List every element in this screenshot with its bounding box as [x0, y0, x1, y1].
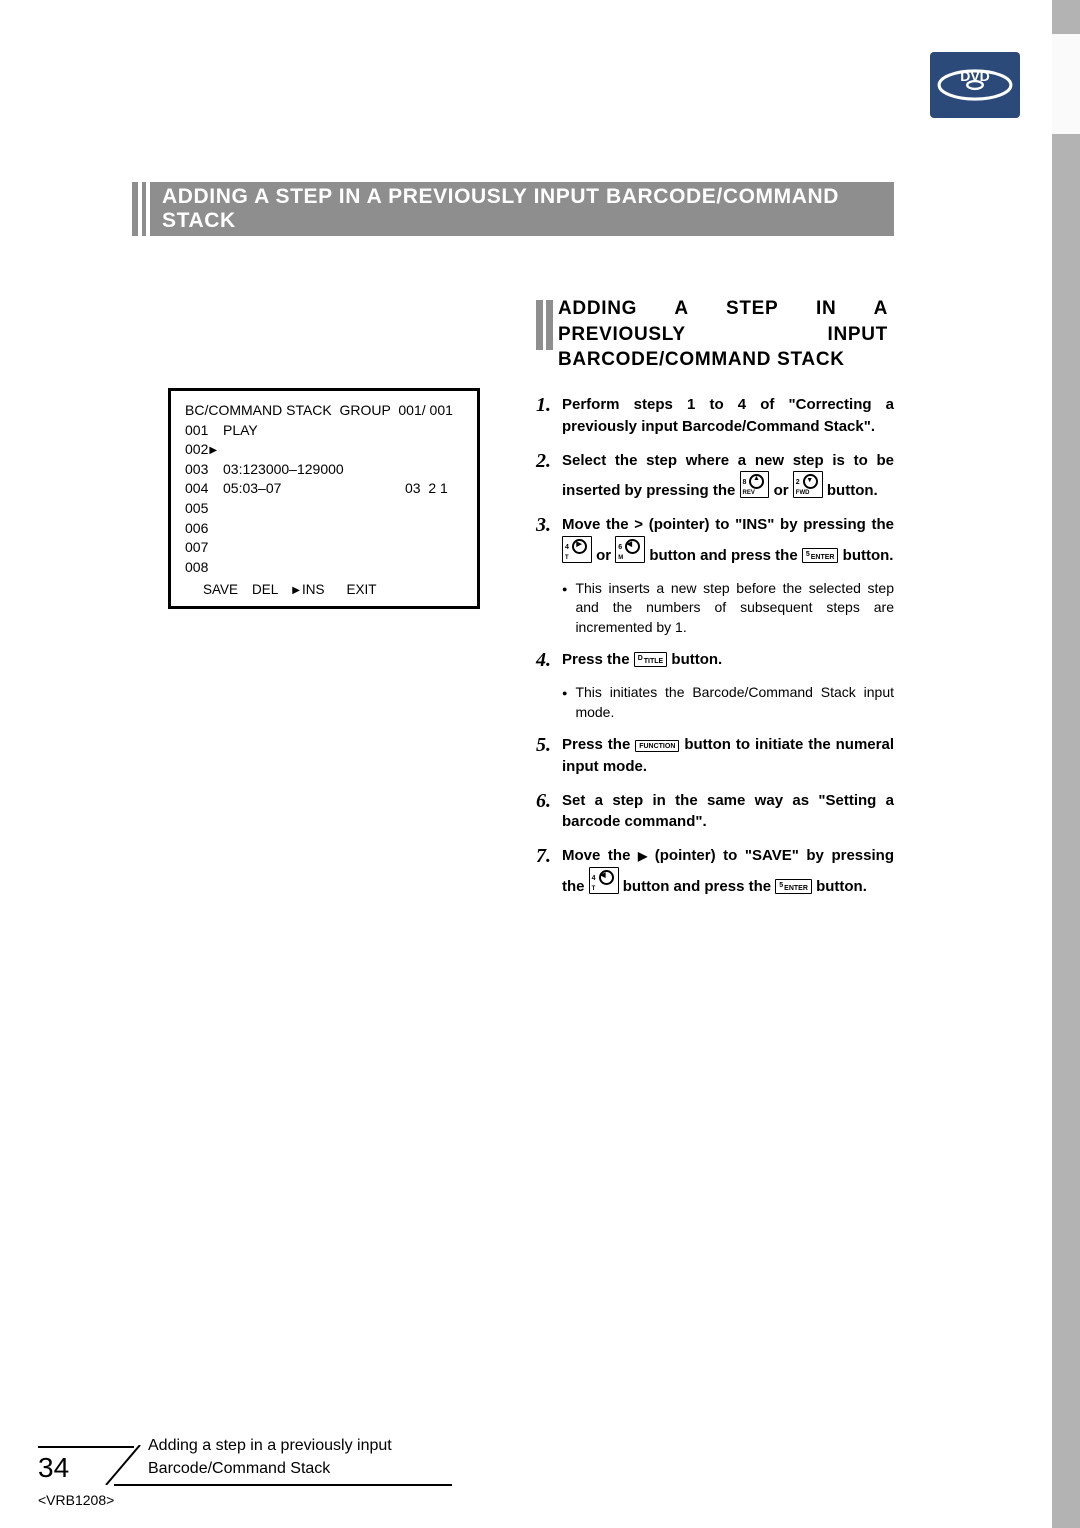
instruction-steps: 1. Perform steps 1 to 4 of "Correcting a…	[536, 394, 894, 910]
lcd-screen: BC/COMMAND STACK GROUP 001/ 001 001PLAY …	[168, 388, 480, 609]
joystick-right-key: 4T	[562, 536, 592, 563]
pointer-icon: ▶	[638, 848, 647, 865]
side-stripe-notch	[1052, 34, 1080, 134]
document-id: <VRB1208>	[38, 1492, 114, 1508]
lcd-row: 001PLAY	[185, 421, 465, 441]
step-5-body: Press the FUNCTION button to initiate th…	[562, 734, 894, 778]
side-stripe	[1052, 0, 1080, 1528]
lcd-header: BC/COMMAND STACK GROUP 001/ 001	[185, 401, 465, 421]
footer-section-title: Adding a step in a previously input Barc…	[148, 1435, 448, 1480]
function-key: FUNCTION	[635, 740, 679, 752]
title-banner: ADDING A STEP IN A PREVIOUSLY INPUT BARC…	[132, 182, 894, 236]
lcd-row: 00405:03–0703 2 1	[185, 479, 465, 499]
step-6-body: Set a step in the same way as "Setting a…	[562, 790, 894, 834]
lcd-row: 006	[185, 519, 465, 539]
enter-key: 5ENTER	[802, 548, 839, 563]
step-6: 6. Set a step in the same way as "Settin…	[536, 790, 894, 834]
step-7-body: Move the ▶ (pointer) to "SAVE" by pressi…	[562, 845, 894, 898]
lcd-row: 002	[185, 440, 465, 460]
lcd-row: 008	[185, 558, 465, 578]
lcd-footer-del: DEL	[252, 581, 278, 600]
dvd-logo: DVD	[930, 52, 1020, 118]
step-4: 4. Press the DTITLE button.	[536, 649, 894, 671]
joystick-down-key: 2FWD	[793, 471, 823, 498]
step-1: 1. Perform steps 1 to 4 of "Correcting a…	[536, 394, 894, 438]
lcd-footer-exit: EXIT	[347, 581, 377, 600]
lcd-row: 005	[185, 499, 465, 519]
lcd-footer-save: SAVE	[203, 581, 238, 600]
step-3-note: This inserts a new step before the selec…	[562, 579, 894, 638]
step-3: 3. Move the > (pointer) to "INS" by pres…	[536, 514, 894, 567]
step-5: 5. Press the FUNCTION button to initiate…	[536, 734, 894, 778]
lcd-footer-ins: INS	[292, 581, 324, 600]
banner-title: ADDING A STEP IN A PREVIOUSLY INPUT BARC…	[162, 185, 894, 233]
step-7: 7. Move the ▶ (pointer) to "SAVE" by pre…	[536, 845, 894, 898]
page-number: 34	[38, 1452, 69, 1484]
lcd-row: 007	[185, 538, 465, 558]
step-1-body: Perform steps 1 to 4 of "Correcting a pr…	[562, 394, 894, 438]
joystick-left-key: 6M	[615, 536, 645, 563]
section-heading-text: ADDING A STEP IN A PREVIOUSLY INPUT BARC…	[558, 296, 888, 373]
joystick-up-key: 8REV	[740, 471, 770, 498]
dvd-logo-text: DVD	[960, 68, 990, 84]
enter-key: 5ENTER	[775, 879, 812, 894]
section-heading: ADDING A STEP IN A PREVIOUSLY INPUT BARC…	[536, 296, 888, 373]
step-4-note: This initiates the Barcode/Command Stack…	[562, 683, 894, 722]
title-key: DTITLE	[634, 652, 668, 667]
lcd-footer: SAVE DEL INS EXIT	[185, 581, 465, 600]
step-3-body: Move the > (pointer) to "INS" by pressin…	[562, 514, 894, 567]
joystick-left-key: 4T	[589, 867, 619, 894]
step-2: 2. Select the step where a new step is t…	[536, 450, 894, 503]
lcd-row: 00303:123000–129000	[185, 460, 465, 480]
step-4-body: Press the DTITLE button.	[562, 649, 894, 671]
step-2-body: Select the step where a new step is to b…	[562, 450, 894, 503]
